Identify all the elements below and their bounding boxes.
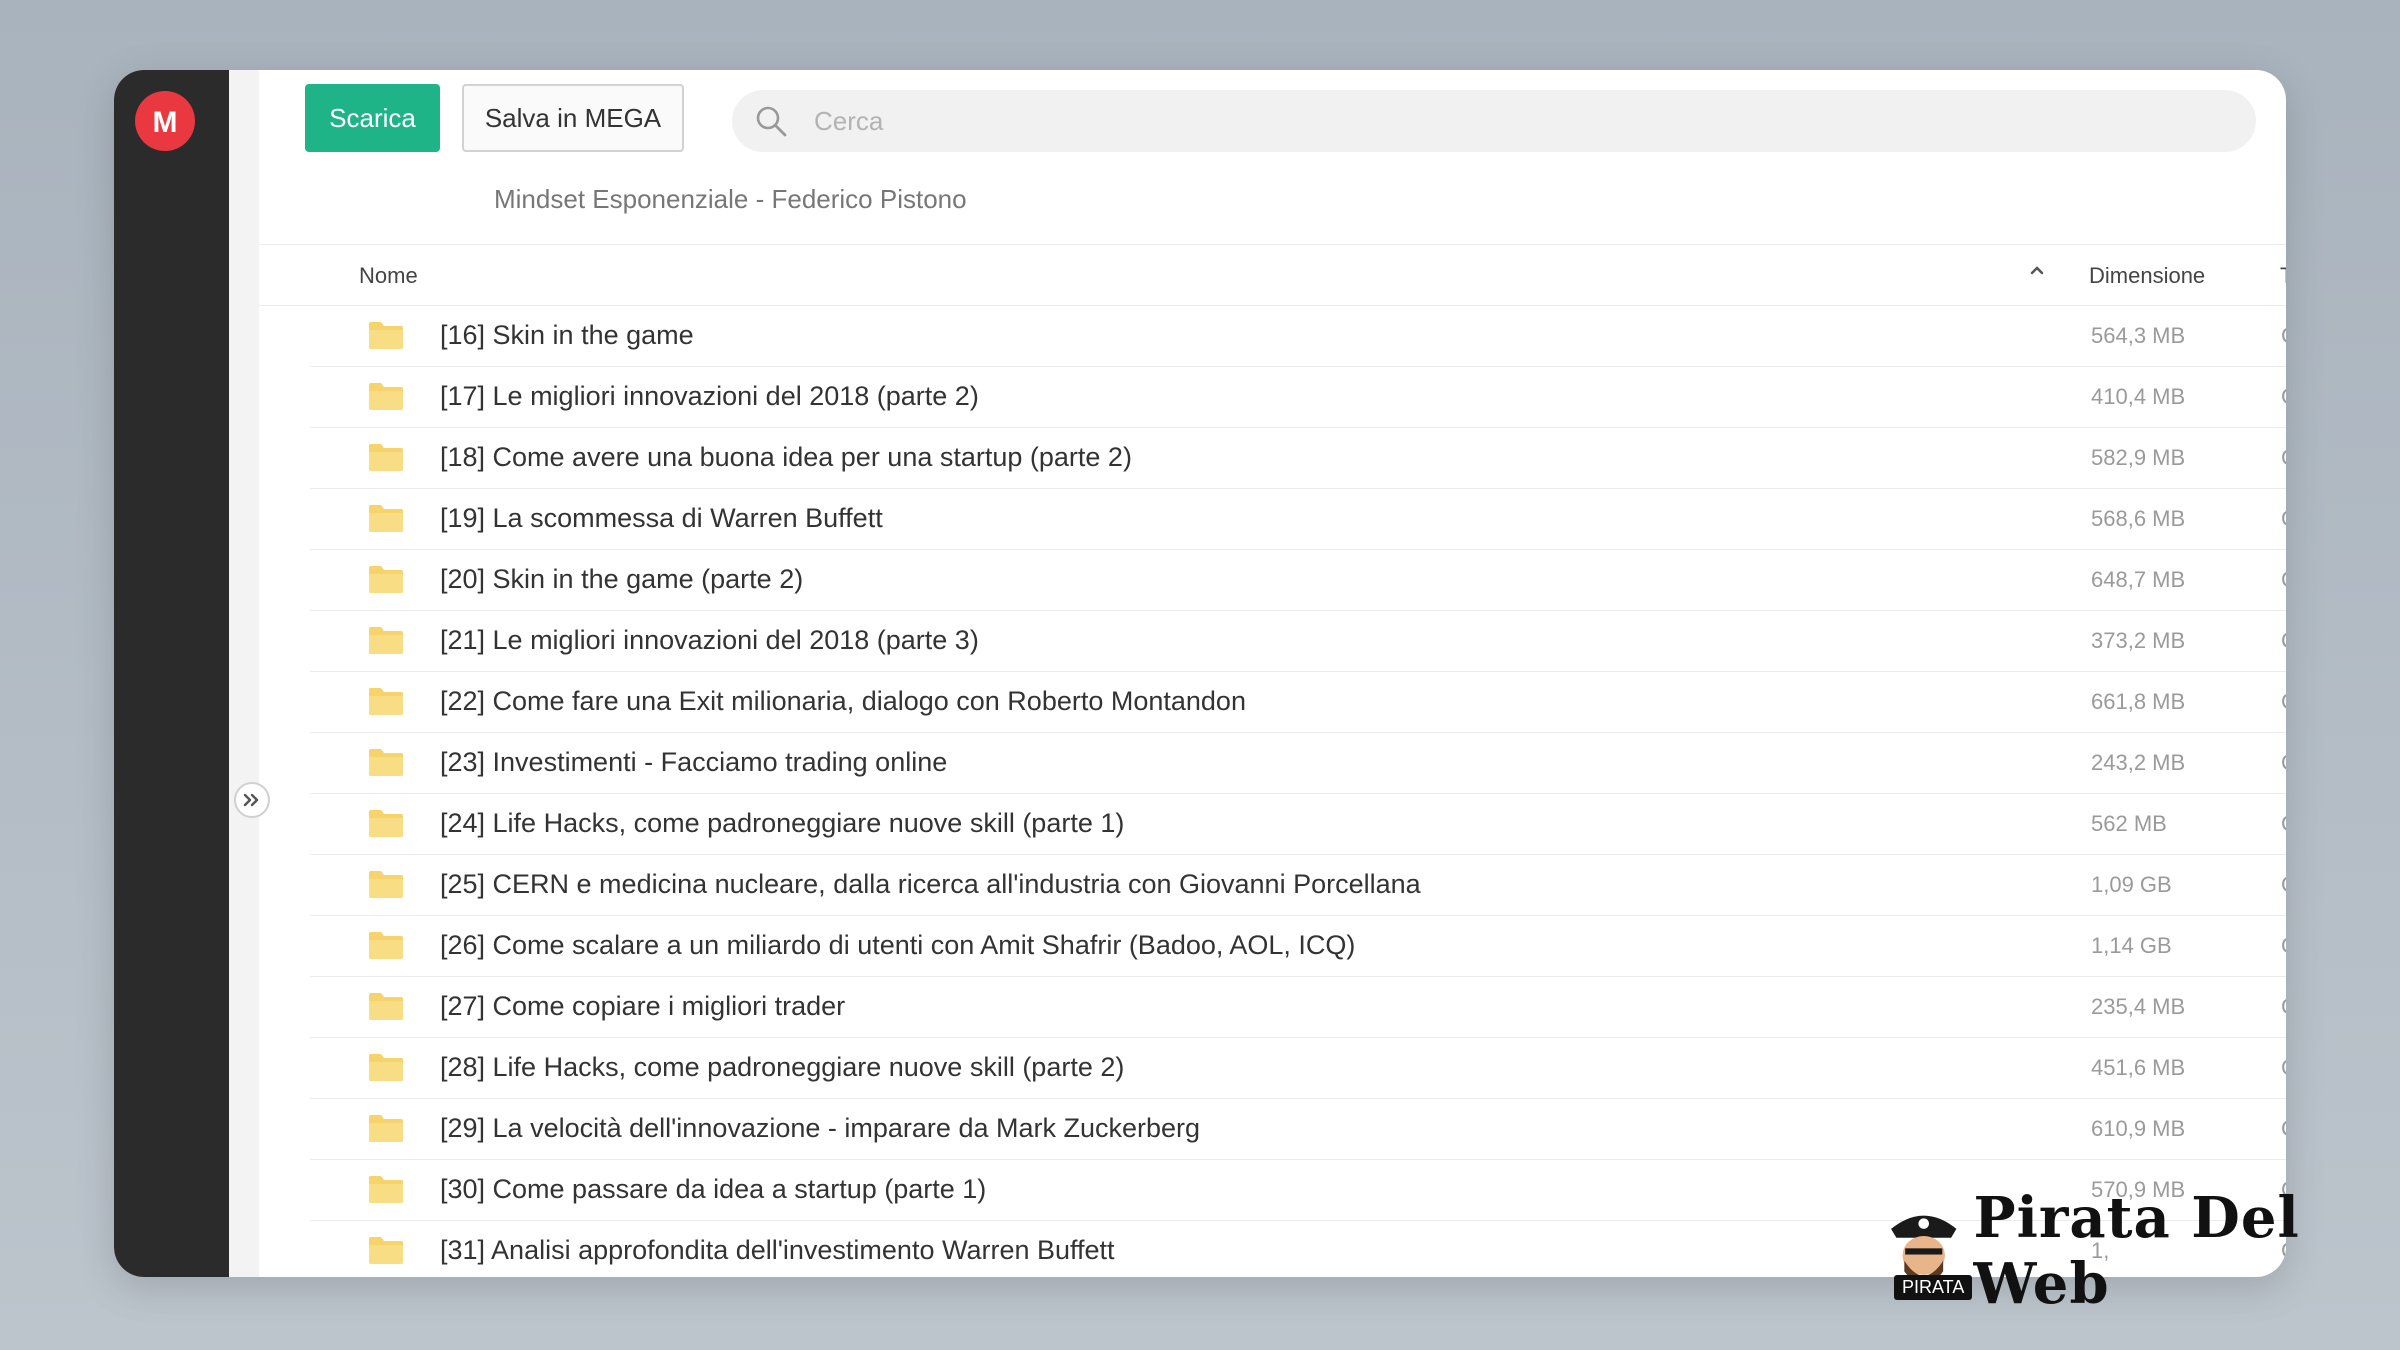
table-row[interactable]: [20] Skin in the game (parte 2) 648,7 MB C… xyxy=(310,550,2286,611)
row-name: [17] Le migliori innovazioni del 2018 (p… xyxy=(440,381,979,411)
sidebar: M xyxy=(114,70,229,1277)
row-name: [24] Life Hacks, come padroneggiare nuov… xyxy=(440,808,1125,838)
expand-sidebar-button[interactable] xyxy=(234,782,270,818)
folder-icon xyxy=(368,1113,404,1148)
folder-icon xyxy=(368,808,404,843)
watermark-text: Pirata Del Web xyxy=(1973,1185,2300,1317)
breadcrumb[interactable]: Mindset Esponenziale - Federico Pistono xyxy=(494,184,967,215)
file-list: [16] Skin in the game 564,3 MB Cartella [1… xyxy=(310,306,2286,1277)
row-size: 648,7 MB xyxy=(2091,567,2186,592)
folder-icon xyxy=(368,625,404,660)
table-row[interactable]: [16] Skin in the game 564,3 MB Cartella xyxy=(310,306,2286,367)
folder-icon xyxy=(368,686,404,721)
folder-icon xyxy=(368,564,404,599)
folder-icon xyxy=(368,869,404,904)
table-row[interactable]: [27] Come copiare i migliori trader 235,4… xyxy=(310,977,2286,1038)
mega-logo[interactable]: M xyxy=(135,91,195,151)
table-row[interactable]: [23] Investimenti - Facciamo trading onl… xyxy=(310,733,2286,794)
folder-icon xyxy=(368,1052,404,1087)
row-type: Cartella xyxy=(2281,872,2286,898)
row-type: Cartella xyxy=(2281,628,2286,654)
row-size: 410,4 MB xyxy=(2091,384,2186,409)
table-row[interactable]: [26] Come scalare a un miliardo di utent… xyxy=(310,916,2286,977)
row-type: Cartella xyxy=(2281,689,2286,715)
watermark-badge: PIRATA xyxy=(1894,1275,1973,1300)
row-name: [19] La scommessa di Warren Buffett xyxy=(440,503,883,533)
row-name: [21] Le migliori innovazioni del 2018 (p… xyxy=(440,625,979,655)
table-row[interactable]: [21] Le migliori innovazioni del 2018 (p… xyxy=(310,611,2286,672)
folder-icon xyxy=(368,1235,404,1270)
row-type: Cartella xyxy=(2281,445,2286,471)
sort-ascending-icon[interactable] xyxy=(2029,263,2045,281)
table-row[interactable]: [25] CERN e medicina nucleare, dalla ric… xyxy=(310,855,2286,916)
table-row[interactable]: [29] La velocità dell'innovazione - impa… xyxy=(310,1099,2286,1160)
row-size: 564,3 MB xyxy=(2091,323,2186,348)
row-size: 610,9 MB xyxy=(2091,1116,2186,1141)
row-type: Cartella xyxy=(2281,1116,2286,1142)
row-name: [22] Come fare una Exit milionaria, dial… xyxy=(440,686,1246,716)
table-row[interactable]: [22] Come fare una Exit milionaria, dial… xyxy=(310,672,2286,733)
row-size: 235,4 MB xyxy=(2091,994,2186,1019)
folder-icon xyxy=(368,503,404,538)
row-name: [23] Investimenti - Facciamo trading onl… xyxy=(440,747,948,777)
row-type: Cartella xyxy=(2281,384,2286,410)
column-header-type[interactable]: Tipo xyxy=(2280,263,2286,289)
table-row[interactable]: [24] Life Hacks, come padroneggiare nuov… xyxy=(310,794,2286,855)
table-row[interactable]: [19] La scommessa di Warren Buffett 568,6… xyxy=(310,489,2286,550)
search-input[interactable] xyxy=(814,105,2114,137)
row-name: [30] Come passare da idea a startup (par… xyxy=(440,1174,987,1204)
double-chevron-right-icon xyxy=(243,793,259,807)
row-name: [29] La velocità dell'innovazione - impa… xyxy=(440,1113,1201,1143)
row-type: Cartella xyxy=(2281,506,2286,532)
folder-icon xyxy=(368,1174,404,1209)
row-name: [26] Come scalare a un miliardo di utent… xyxy=(440,930,1356,960)
row-type: Cartella xyxy=(2281,567,2286,593)
row-name: [27] Come copiare i migliori trader xyxy=(440,991,846,1021)
row-type: Cartella xyxy=(2281,811,2286,837)
row-name: [18] Come avere una buona idea per una s… xyxy=(440,442,1132,472)
folder-icon xyxy=(368,320,404,355)
table-row[interactable]: [18] Come avere una buona idea per una s… xyxy=(310,428,2286,489)
row-type: Cartella xyxy=(2281,933,2286,959)
save-to-mega-button[interactable]: Salva in MEGA xyxy=(462,84,684,152)
row-type: Cartella xyxy=(2281,323,2286,349)
row-size: 451,6 MB xyxy=(2091,1055,2186,1080)
row-size: 568,6 MB xyxy=(2091,506,2186,531)
row-type: Cartella xyxy=(2281,750,2286,776)
row-name: [28] Life Hacks, come padroneggiare nuov… xyxy=(440,1052,1125,1082)
row-name: [20] Skin in the game (parte 2) xyxy=(440,564,804,594)
sidebar-gutter xyxy=(229,70,259,1277)
table-row[interactable]: [28] Life Hacks, come padroneggiare nuov… xyxy=(310,1038,2286,1099)
table-row[interactable]: [17] Le migliori innovazioni del 2018 (p… xyxy=(310,367,2286,428)
row-size: 1,14 GB xyxy=(2091,933,2172,958)
row-name: [25] CERN e medicina nucleare, dalla ric… xyxy=(440,869,1421,899)
mega-window: M Scarica Salva in MEGA Mindset Esponenz… xyxy=(114,70,2286,1277)
row-type: Cartella xyxy=(2281,994,2286,1020)
folder-icon xyxy=(368,442,404,477)
folder-icon xyxy=(368,381,404,416)
svg-text:M: M xyxy=(153,107,178,135)
column-header-name[interactable]: Nome xyxy=(359,263,418,289)
row-size: 562 MB xyxy=(2091,811,2167,836)
download-button[interactable]: Scarica xyxy=(305,84,440,152)
row-name: [16] Skin in the game xyxy=(440,320,694,350)
folder-icon xyxy=(368,747,404,782)
mega-m-icon: M xyxy=(153,107,178,135)
folder-icon xyxy=(368,991,404,1026)
row-size: 373,2 MB xyxy=(2091,628,2186,653)
folder-icon xyxy=(368,930,404,965)
search-icon xyxy=(756,106,787,137)
search-bar[interactable] xyxy=(732,90,2256,152)
row-size: 1,09 GB xyxy=(2091,872,2172,897)
column-header-size[interactable]: Dimensione xyxy=(2089,263,2205,289)
row-size: 661,8 MB xyxy=(2091,689,2186,714)
row-name: [31] Analisi approfondita dell'investime… xyxy=(440,1235,1115,1265)
row-size: 243,2 MB xyxy=(2091,750,2186,775)
table-header: Nome Dimensione Tipo xyxy=(259,244,2286,306)
row-size: 582,9 MB xyxy=(2091,445,2186,470)
row-type: Cartella xyxy=(2281,1055,2286,1081)
